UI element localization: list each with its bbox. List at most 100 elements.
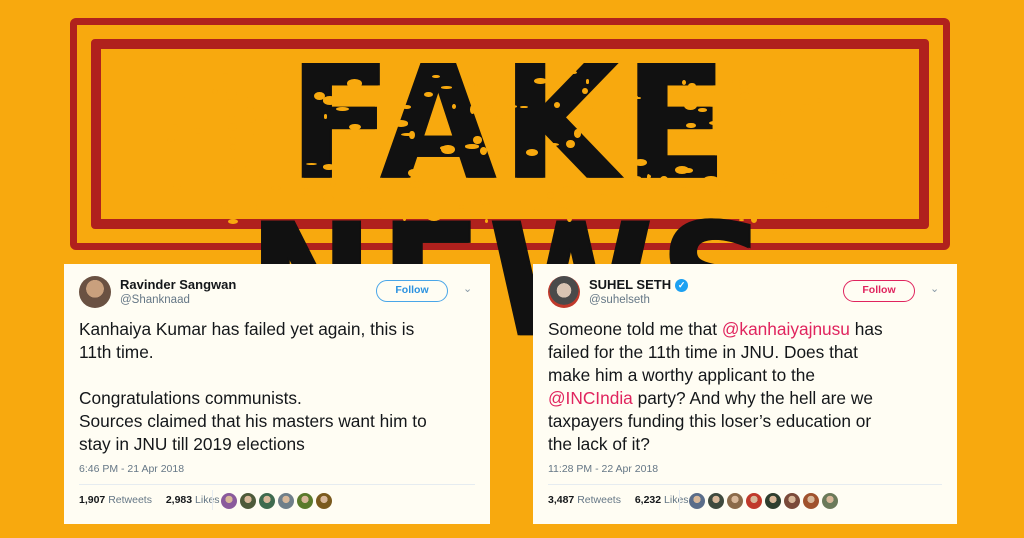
stamp-speck <box>229 144 236 150</box>
liker-avatar[interactable] <box>297 493 313 509</box>
tweet-timestamp[interactable]: 6:46 PM - 21 Apr 2018 <box>79 463 184 475</box>
liker-avatar[interactable] <box>221 493 237 509</box>
stamp-speck <box>828 153 837 156</box>
stamp-speck <box>716 190 722 199</box>
stamp-speck <box>623 112 632 118</box>
stamp-speck <box>178 187 187 194</box>
stamp-speck <box>226 91 237 96</box>
stamp-speck <box>245 106 255 113</box>
stamp-speck <box>567 214 572 222</box>
chevron-down-icon[interactable]: ⌄ <box>463 282 472 295</box>
stamp-speck <box>785 149 797 153</box>
stamp-speck <box>227 218 238 224</box>
stamp-speck <box>630 176 641 180</box>
liker-avatars <box>689 493 838 509</box>
liker-avatar[interactable] <box>259 493 275 509</box>
stamp-speck <box>231 158 236 162</box>
stamp-speck <box>331 94 340 99</box>
stamp-speck <box>504 149 509 154</box>
liker-avatar[interactable] <box>278 493 294 509</box>
stamp-speck <box>582 87 589 94</box>
stamp-speck <box>246 96 254 100</box>
tweet-text-segment: Someone told me that <box>548 319 722 339</box>
tweet-author-name[interactable]: SUHEL SETH ✓ <box>589 277 689 292</box>
like-count[interactable]: 2,983 <box>166 494 192 506</box>
tweet-stats: 1,907 Retweets 2,983 Likes <box>79 494 220 506</box>
fake-news-stamp: FAKE NEWS <box>70 18 950 360</box>
stamp-speck <box>769 132 778 142</box>
stamp-speck <box>534 205 543 211</box>
avatar[interactable] <box>548 276 580 308</box>
liker-avatars <box>221 493 332 509</box>
chevron-down-icon[interactable]: ⌄ <box>930 282 939 295</box>
retweet-label[interactable]: Retweets <box>108 494 152 506</box>
divider <box>79 484 475 485</box>
stamp-speck <box>305 163 317 166</box>
liker-avatar[interactable] <box>708 493 724 509</box>
stamp-speck <box>660 175 668 184</box>
retweet-label[interactable]: Retweets <box>577 494 621 506</box>
follow-button[interactable]: Follow <box>376 280 448 302</box>
stamp-speck <box>473 135 482 144</box>
tweet-author-handle[interactable]: @Shanknaad <box>120 294 190 306</box>
stamp-speck <box>441 86 452 89</box>
stamp-speck <box>776 109 781 118</box>
stamp-speck <box>479 147 487 156</box>
stamp-speck <box>232 165 247 168</box>
stamp-speck <box>427 188 442 194</box>
retweet-count[interactable]: 3,487 <box>548 494 574 506</box>
like-count[interactable]: 6,232 <box>635 494 661 506</box>
like-label[interactable]: Likes <box>195 494 220 506</box>
tweet-author-handle[interactable]: @suhelseth <box>589 294 650 306</box>
stamp-speck <box>717 182 728 187</box>
stamp-speck <box>393 120 409 127</box>
tweet-card-suhel: SUHEL SETH ✓ @suhelseth Follow ⌄ Someone … <box>533 264 957 524</box>
stamp-speck <box>401 104 412 109</box>
stamp-speck <box>299 188 310 195</box>
divider <box>548 484 942 485</box>
stamp-speck <box>805 215 811 218</box>
stamp-speck <box>487 105 493 114</box>
stamp-speck <box>236 131 241 137</box>
stamp-speck <box>465 144 480 149</box>
stamp-speck <box>408 168 420 177</box>
stats-divider <box>212 490 213 510</box>
like-label[interactable]: Likes <box>664 494 689 506</box>
liker-avatar[interactable] <box>803 493 819 509</box>
follow-button[interactable]: Follow <box>843 280 915 302</box>
liker-avatar[interactable] <box>746 493 762 509</box>
retweet-count[interactable]: 1,907 <box>79 494 105 506</box>
stamp-speck <box>478 70 482 76</box>
stamp-speck <box>618 207 631 212</box>
stamp-speck <box>441 145 455 154</box>
liker-avatar[interactable] <box>727 493 743 509</box>
stamp-speck <box>171 123 178 133</box>
liker-avatar[interactable] <box>689 493 705 509</box>
stamp-speck <box>396 209 406 217</box>
tweet-text: Someone told me that @kanhaiyajnusu has … <box>548 318 943 456</box>
stamp-speck <box>409 180 424 188</box>
tweet-author-name[interactable]: Ravinder Sangwan <box>120 277 236 292</box>
liker-avatar[interactable] <box>240 493 256 509</box>
avatar[interactable] <box>79 276 111 308</box>
stamp-speck <box>346 78 362 88</box>
stamp-speck <box>167 137 175 142</box>
stamp-speck <box>574 129 582 138</box>
liker-avatar[interactable] <box>316 493 332 509</box>
liker-avatar[interactable] <box>765 493 781 509</box>
stamp-speck <box>381 73 387 79</box>
mention-link[interactable]: @kanhaiyajnusu <box>722 319 850 339</box>
stamp-speck <box>799 104 815 112</box>
liker-avatar[interactable] <box>784 493 800 509</box>
stamp-speck <box>335 106 350 111</box>
tweet-text: Kanhaiya Kumar has failed yet again, thi… <box>79 319 427 454</box>
author-name-text[interactable]: SUHEL SETH <box>589 277 671 292</box>
tweet-card-ravinder: Ravinder Sangwan @Shanknaad Follow ⌄ Kan… <box>64 264 490 524</box>
mention-link[interactable]: @INCIndia <box>548 388 633 408</box>
stamp-speck <box>506 105 517 108</box>
stamp-speck <box>841 87 845 95</box>
liker-avatar[interactable] <box>822 493 838 509</box>
stamp-speck <box>426 211 441 221</box>
stamp-speck <box>568 70 577 75</box>
tweet-timestamp[interactable]: 11:28 PM - 22 Apr 2018 <box>548 463 658 475</box>
